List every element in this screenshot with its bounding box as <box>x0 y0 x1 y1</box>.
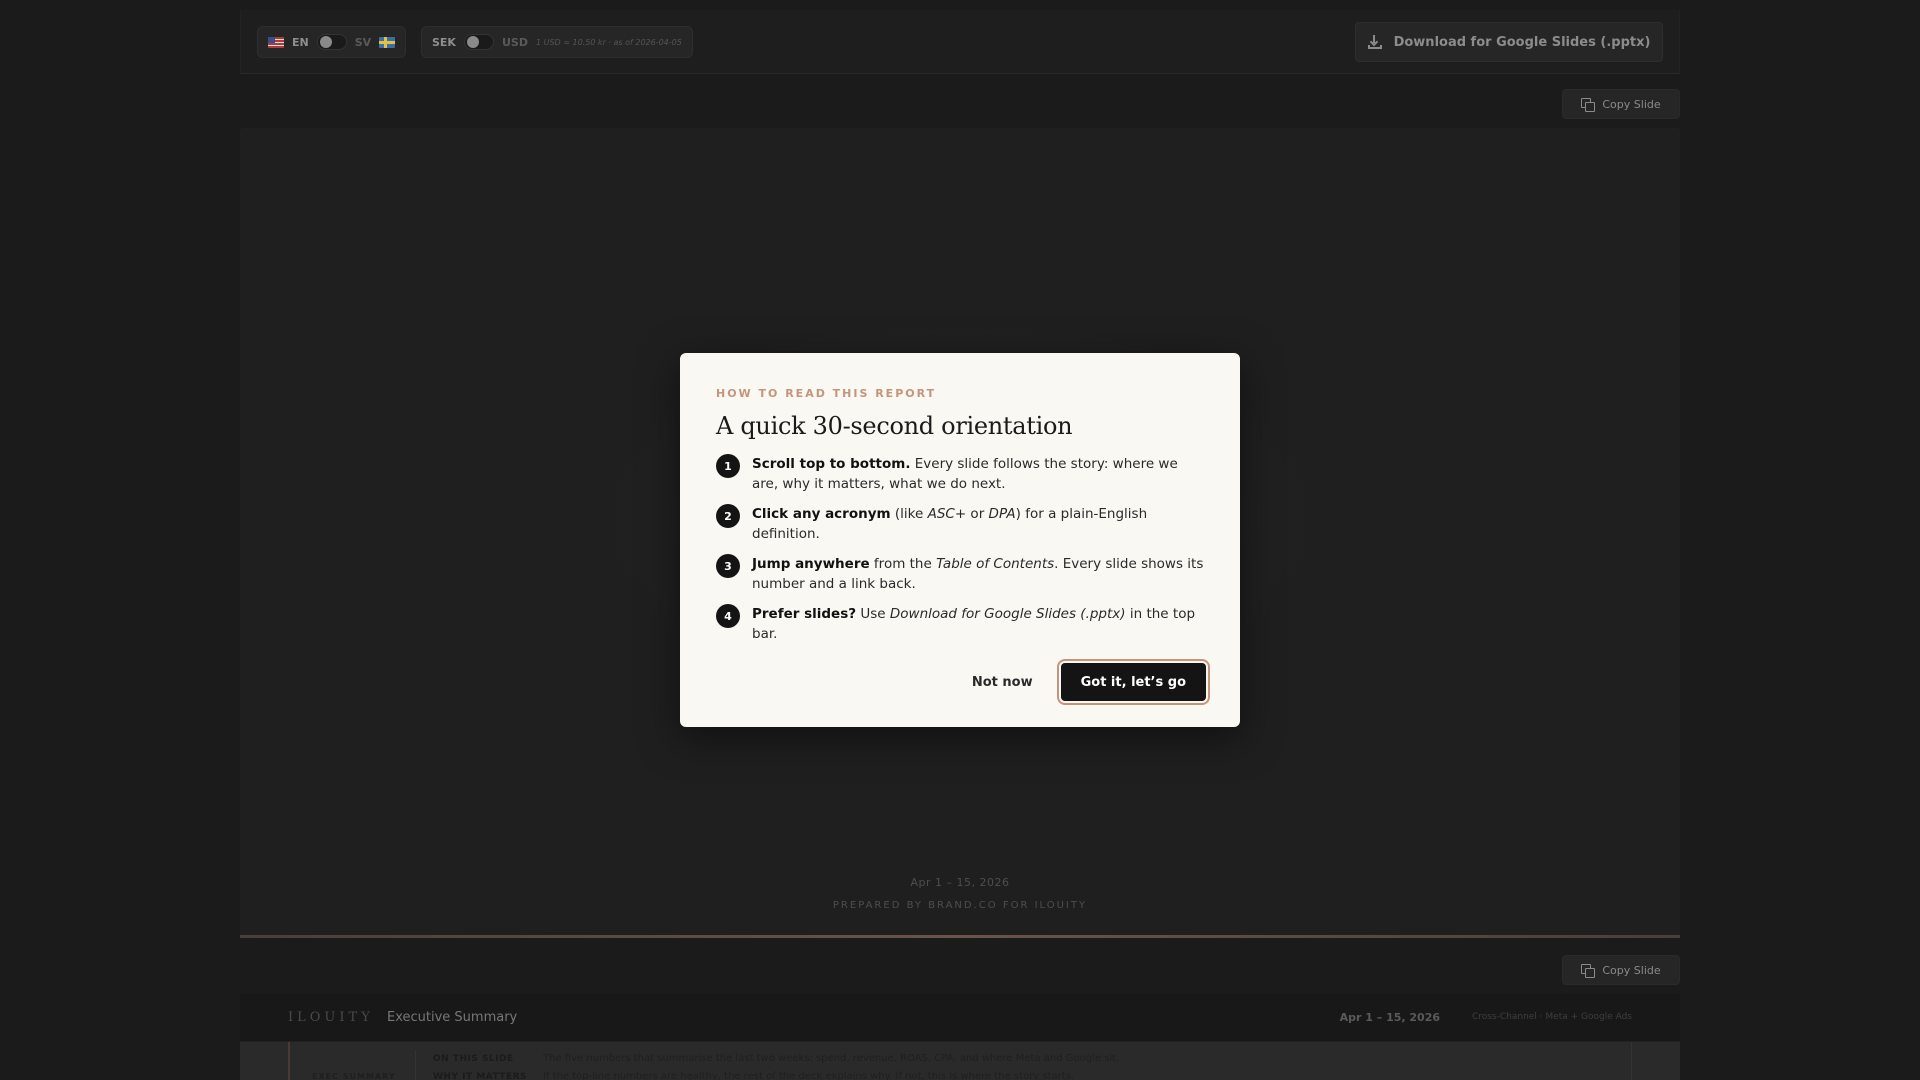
step-item: 4 Prefer slides? Use Download for Google… <box>716 604 1204 644</box>
step-number: 4 <box>716 604 740 628</box>
lang-sv-label: SV <box>354 35 372 49</box>
step-number: 3 <box>716 554 740 578</box>
on-this-slide-label: ON THIS SLIDE <box>433 1054 514 1064</box>
slide-body: EXEC SUMMARY ON THIS SLIDE The five numb… <box>240 1042 1680 1080</box>
slide-date: Apr 1 – 15, 2026 <box>910 876 1010 889</box>
on-this-slide-text: The five numbers that summarise the last… <box>543 1053 1120 1064</box>
download-pptx-button[interactable]: Download for Google Slides (.pptx) <box>1355 22 1663 62</box>
currency-usd-label: USD <box>501 35 528 49</box>
modal-actions: Not now Got it, let’s go <box>972 663 1206 701</box>
copy-slide-label: Copy Slide <box>1602 97 1661 111</box>
language-switch[interactable] <box>316 34 347 50</box>
brand-logo: ILOUITY <box>288 1010 374 1025</box>
step-text: Click any acronym (like ASC+ or DPA) for… <box>752 506 1148 542</box>
flag-se-icon <box>379 36 396 48</box>
step-text: Scroll top to bottom. Every slide follow… <box>752 456 1178 492</box>
flag-us-icon <box>268 36 284 48</box>
download-label: Download for Google Slides (.pptx) <box>1393 34 1651 50</box>
got-it-button[interactable]: Got it, let’s go <box>1060 663 1206 701</box>
orientation-modal: HOW TO READ THIS REPORT A quick 30-secon… <box>680 353 1240 727</box>
why-it-matters-text: If the top-line numbers are healthy, the… <box>543 1071 1075 1080</box>
not-now-button[interactable]: Not now <box>972 675 1033 690</box>
modal-eyebrow: HOW TO READ THIS REPORT <box>716 387 937 400</box>
accent-line <box>288 1042 290 1080</box>
modal-title: A quick 30-second orientation <box>716 412 1073 440</box>
channel-label: Cross-Channel · Meta + Google Ads <box>1471 1012 1632 1022</box>
copy-icon <box>1581 963 1596 978</box>
step-item: 3 Jump anywhere from the Table of Conten… <box>716 554 1204 594</box>
slide-header: ILOUITY Executive Summary Apr 1 – 15, 20… <box>240 994 1680 1042</box>
step-text: Jump anywhere from the Table of Contents… <box>752 556 1204 592</box>
slide-date: Apr 1 – 15, 2026 <box>1339 1011 1440 1024</box>
divider <box>415 1050 416 1080</box>
side-label: EXEC SUMMARY <box>312 1072 396 1080</box>
acronym-link[interactable]: DPA <box>989 506 1016 522</box>
exchange-rate-note: 1 USD = 10.50 kr · as of 2026-04-05 <box>535 37 682 47</box>
executive-summary-slide: ILOUITY Executive Summary Apr 1 – 15, 20… <box>240 994 1680 1080</box>
copy-icon <box>1581 97 1596 112</box>
currency-switch[interactable] <box>463 34 494 50</box>
currency-toggle[interactable]: SEK USD 1 USD = 10.50 kr · as of 2026-04… <box>421 26 693 58</box>
divider <box>1631 1042 1632 1080</box>
top-bar: EN SV SEK USD 1 USD = 10.50 kr · as of 2… <box>240 10 1680 74</box>
step-item: 1 Scroll top to bottom. Every slide foll… <box>716 454 1204 494</box>
prepared-by: PREPARED BY BRAND.CO FOR ILOUITY <box>832 900 1088 911</box>
language-toggle[interactable]: EN SV <box>257 26 407 58</box>
step-item: 2 Click any acronym (like ASC+ or DPA) f… <box>716 504 1204 544</box>
acronym-link[interactable]: ASC+ <box>928 506 967 522</box>
why-it-matters-label: WHY IT MATTERS <box>433 1072 527 1080</box>
currency-sek-label: SEK <box>432 35 456 49</box>
copy-slide-label: Copy Slide <box>1602 963 1661 977</box>
copy-slide-button[interactable]: Copy Slide <box>1562 955 1680 985</box>
copy-slide-button[interactable]: Copy Slide <box>1562 89 1680 119</box>
step-text: Prefer slides? Use Download for Google S… <box>752 606 1196 642</box>
step-number: 2 <box>716 504 740 528</box>
lang-en-label: EN <box>292 35 309 49</box>
step-number: 1 <box>716 454 740 478</box>
download-icon <box>1367 35 1382 49</box>
steps-list: 1 Scroll top to bottom. Every slide foll… <box>716 454 1204 644</box>
slide-title: Executive Summary <box>387 1010 518 1025</box>
